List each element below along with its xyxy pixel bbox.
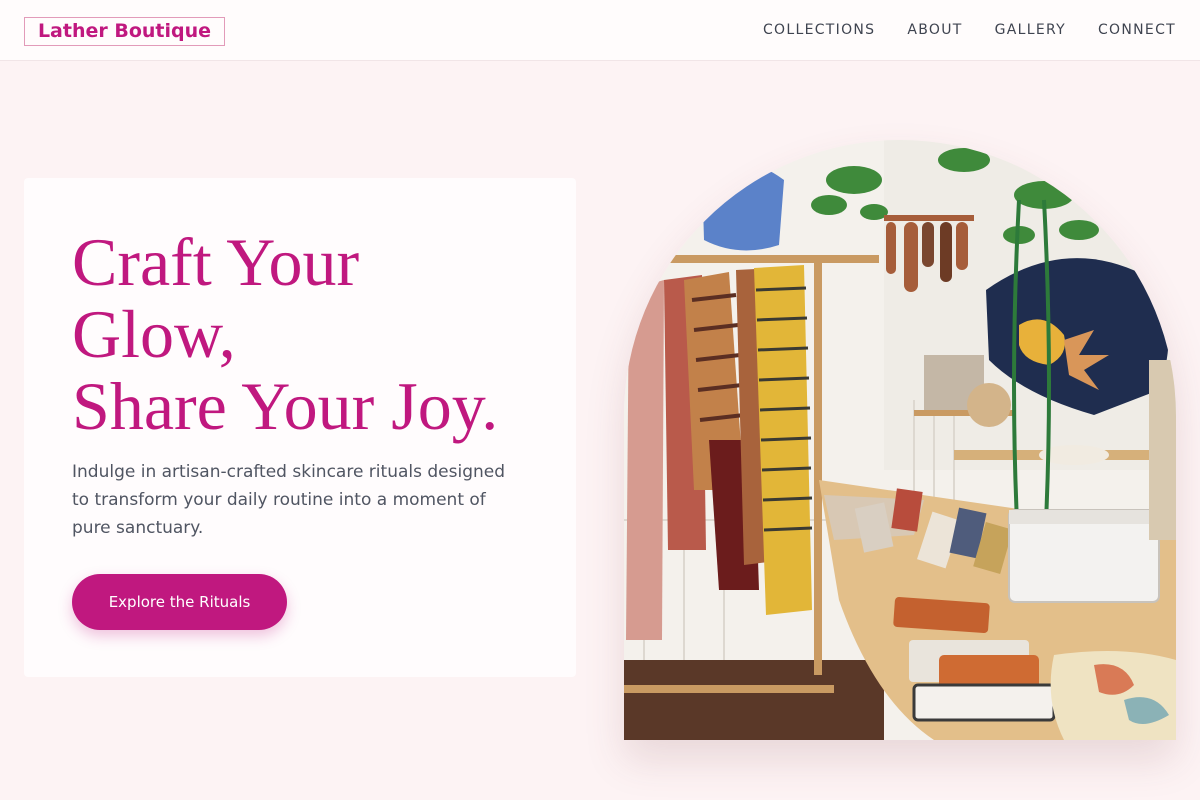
hero-boutique-photo	[624, 140, 1176, 740]
nav-link-collections[interactable]: COLLECTIONS	[763, 22, 875, 38]
brand-logo[interactable]: Lather Boutique	[24, 17, 225, 46]
boutique-interior-illustration	[624, 140, 1176, 740]
top-navigation-bar: Lather Boutique COLLECTIONS ABOUT GALLER…	[0, 0, 1200, 61]
hero-headline: Craft Your Glow, Share Your Joy.	[72, 226, 552, 442]
nav-link-connect[interactable]: CONNECT	[1098, 22, 1176, 38]
main-nav: COLLECTIONS ABOUT GALLERY CONNECT	[763, 0, 1176, 60]
headline-line-3: Share Your Joy.	[72, 368, 499, 444]
headline-line-2: Glow,	[72, 296, 236, 372]
explore-rituals-button[interactable]: Explore the Rituals	[72, 574, 287, 630]
headline-line-1: Craft Your	[72, 224, 360, 300]
hero-description: Indulge in artisan-crafted skincare ritu…	[72, 462, 506, 538]
nav-link-about[interactable]: ABOUT	[907, 22, 962, 38]
nav-link-gallery[interactable]: GALLERY	[995, 22, 1066, 38]
